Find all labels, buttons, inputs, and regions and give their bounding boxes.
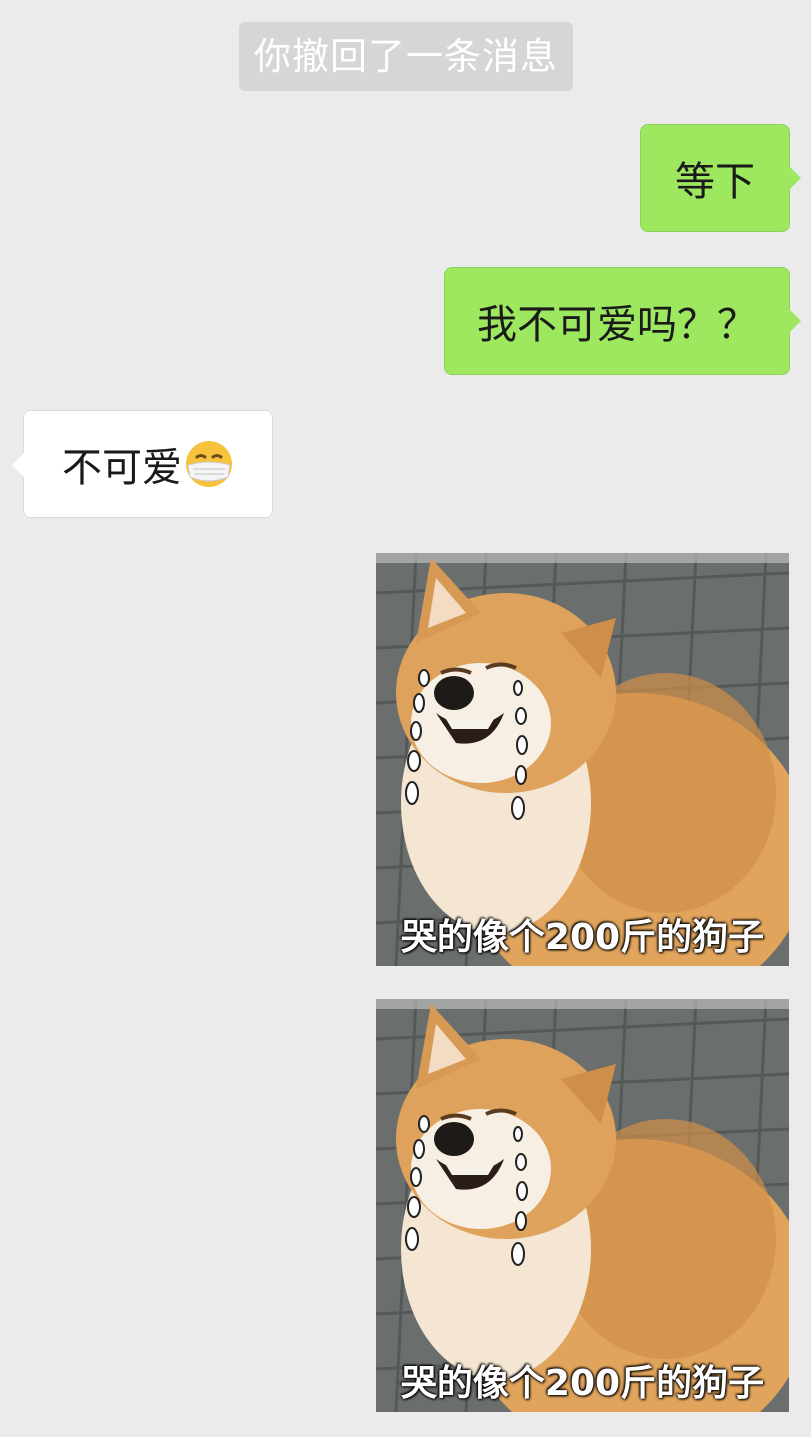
meme-caption: 哭的像个200斤的狗子 [400, 1363, 765, 1404]
sent-message-bubble[interactable]: 等下 [640, 124, 801, 232]
shiba-dog-image [376, 553, 789, 966]
message-text: 等下 [675, 160, 755, 204]
image-message-shiba-crying[interactable]: 哭的像个200斤的狗子 [376, 999, 789, 1412]
sent-message-bubble[interactable]: 我不可爱吗？？ [444, 267, 801, 375]
recalled-message-notice: 你撤回了一条消息 [239, 22, 573, 91]
message-text: 不可爱 [62, 446, 182, 490]
meme-caption: 哭的像个200斤的狗子 [400, 917, 765, 958]
message-text: 我不可爱吗？？ [477, 303, 757, 347]
image-message-shiba-crying[interactable]: 哭的像个200斤的狗子 [376, 553, 789, 966]
face-with-medical-mask-icon [184, 439, 234, 489]
received-message-bubble[interactable]: 不可爱 [12, 410, 273, 518]
shiba-dog-image [376, 999, 789, 1412]
